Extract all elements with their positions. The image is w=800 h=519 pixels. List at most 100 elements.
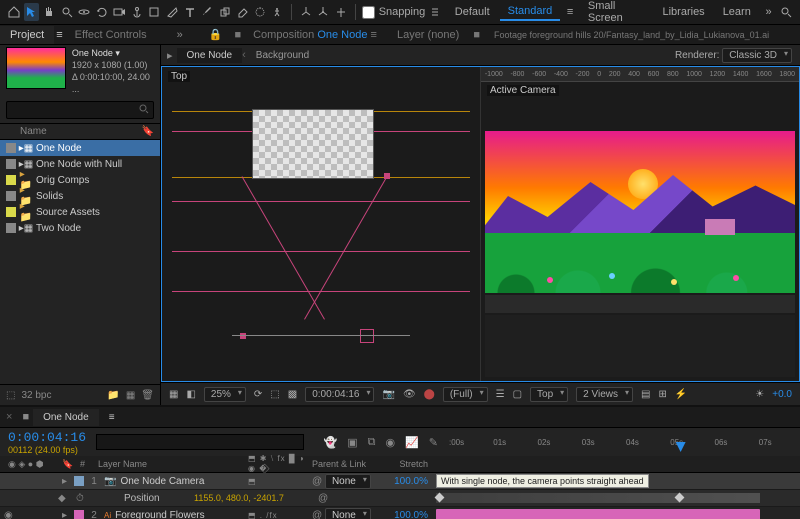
layer-name[interactable]: One Node Camera <box>120 476 244 487</box>
alpha-icon[interactable]: ◧ <box>186 389 195 400</box>
interpret-icon[interactable]: ⬚ <box>6 390 15 401</box>
shape-tool-icon[interactable] <box>147 3 163 21</box>
workspace-libraries[interactable]: Libraries <box>655 4 713 20</box>
roi-icon[interactable]: ⬚ <box>270 389 279 400</box>
workspace-default[interactable]: Default <box>447 4 498 20</box>
camera-tool-icon[interactable] <box>111 3 127 21</box>
draft3d-icon[interactable]: ▣ <box>347 436 357 449</box>
property-row[interactable]: ◆⏱Position1155.0, 480.0, -2401.7@ <box>0 490 800 507</box>
comp-tab-active[interactable]: One Node <box>177 48 243 63</box>
workspace-standard[interactable]: Standard <box>500 3 561 21</box>
project-item[interactable]: ▸📁Source Assets <box>0 204 160 220</box>
col-stretch[interactable]: Stretch <box>386 459 434 469</box>
timecode-display[interactable]: 0:00:04:16 <box>305 387 374 402</box>
timeline-search-input[interactable] <box>96 434 303 450</box>
col-switches[interactable]: ⬒ ✱ ⧵ fx █ ◑ ◉ �⃟ <box>248 454 308 474</box>
views-count-dropdown[interactable]: 2 Views <box>576 387 633 402</box>
workspace-learn[interactable]: Learn <box>715 4 759 20</box>
roto-tool-icon[interactable] <box>252 3 268 21</box>
zoom-tool-icon[interactable] <box>59 3 75 21</box>
channel-icon[interactable]: ⬤ <box>424 389 435 400</box>
show-snapshot-icon[interactable]: 👁 <box>403 389 416 400</box>
res-auto-icon[interactable]: ⟳ <box>254 389 262 400</box>
tab-layer[interactable]: Layer (none) <box>387 26 469 44</box>
clone-tool-icon[interactable] <box>217 3 233 21</box>
layer-row[interactable]: ◉▸2AiForeground Flowers⬒ . /fx@ None100.… <box>0 507 800 519</box>
new-folder-icon[interactable]: 📁 <box>107 390 119 401</box>
bpc-toggle[interactable]: 32 bpc <box>21 390 51 401</box>
workspace-menu-icon[interactable]: ≡ <box>562 3 578 21</box>
snap-options-icon[interactable] <box>427 3 443 21</box>
renderer-dropdown[interactable]: Classic 3D <box>722 48 792 63</box>
resolution-dropdown[interactable]: (Full) <box>443 387 488 402</box>
axis-local-icon[interactable] <box>298 3 314 21</box>
orbit-tool-icon[interactable] <box>76 3 92 21</box>
parent-dropdown[interactable]: None <box>325 508 371 519</box>
fast-preview-icon[interactable]: ⚡ <box>675 389 687 400</box>
col-tag-icon[interactable]: 🔖 <box>142 126 154 137</box>
workspace-smallscreen[interactable]: Small Screen <box>580 0 653 26</box>
project-search-input[interactable] <box>6 101 154 119</box>
layer-row[interactable]: ▸1📷One Node Camera⬒@ None100.0%With sing… <box>0 473 800 490</box>
trash-icon[interactable]: 🗑 <box>141 390 154 401</box>
moblur-icon[interactable]: ◉ <box>385 436 395 449</box>
search-help-icon[interactable] <box>778 3 794 21</box>
hand-tool-icon[interactable] <box>41 3 57 21</box>
axis-world-icon[interactable] <box>316 3 332 21</box>
exposure-icon[interactable]: ☀ <box>755 389 764 400</box>
home-icon[interactable] <box>6 3 22 21</box>
selection-tool-icon[interactable] <box>24 3 40 21</box>
camera-node[interactable] <box>360 329 374 343</box>
rotate-tool-icon[interactable] <box>94 3 110 21</box>
parent-dropdown[interactable]: None <box>325 474 371 489</box>
layer-name[interactable]: Foreground Flowers <box>115 510 244 519</box>
tab-footage[interactable]: Footage foreground hills 20/Fantasy_land… <box>484 27 800 43</box>
brainstorm-icon[interactable]: ✎ <box>429 436 438 449</box>
comp-tab-background[interactable]: Background <box>246 48 319 63</box>
comp-lock-icon[interactable]: 🔒 <box>199 25 233 44</box>
pen-tool-icon[interactable] <box>164 3 180 21</box>
shy-icon[interactable]: 👻 <box>324 436 338 449</box>
mask-icon[interactable]: ▢ <box>513 389 522 400</box>
property-value[interactable]: 1155.0, 480.0, -2401.7 <box>194 493 314 503</box>
snapping-toggle[interactable]: Snapping <box>362 6 426 19</box>
view-opts-icon[interactable]: ▤ <box>641 389 650 400</box>
timeline-comp-tab[interactable]: One Node <box>33 409 99 426</box>
stretch-value[interactable]: 100.0% <box>386 510 434 519</box>
puppet-tool-icon[interactable] <box>270 3 286 21</box>
viewport-active-camera[interactable]: -1000-800-600-400-2000200400600800100012… <box>481 67 799 381</box>
tab-project[interactable]: Project <box>0 26 54 44</box>
current-timecode[interactable]: 0:00:04:16 <box>8 430 86 445</box>
graph-icon[interactable]: 📈 <box>405 436 419 449</box>
label-color-swatch[interactable] <box>74 476 84 486</box>
type-tool-icon[interactable] <box>182 3 198 21</box>
frameblend-icon[interactable]: ⧉ <box>368 436 376 449</box>
guides-icon[interactable]: ☰ <box>496 389 505 400</box>
composition-thumbnail[interactable] <box>6 47 66 89</box>
workspace-overflow-icon[interactable]: » <box>761 3 777 21</box>
comp-bounds-rect[interactable] <box>252 109 374 179</box>
project-item[interactable]: ▸▦Two Node <box>0 220 160 236</box>
col-layer-name[interactable]: Layer Name <box>98 459 244 469</box>
label-color-swatch[interactable] <box>74 510 84 519</box>
view-dropdown[interactable]: Top <box>530 387 568 402</box>
pixel-aspect-icon[interactable]: ⊞ <box>658 389 666 400</box>
zoom-dropdown[interactable]: 25% <box>204 387 246 402</box>
col-name[interactable]: Name <box>20 126 142 137</box>
viewport-top[interactable]: Top <box>162 67 481 381</box>
anchor-tool-icon[interactable] <box>129 3 145 21</box>
visibility-icon[interactable]: ◉ <box>4 510 13 519</box>
brush-tool-icon[interactable] <box>199 3 215 21</box>
layer-switches[interactable]: ⬒ <box>248 477 308 486</box>
snapshot-icon[interactable]: 📷 <box>382 389 394 400</box>
project-item[interactable]: ▸▦One Node <box>0 140 160 156</box>
col-parent[interactable]: Parent & Link <box>312 459 382 469</box>
layer-switches[interactable]: ⬒ . /fx <box>248 511 308 519</box>
new-comp-icon[interactable]: ▦ <box>126 390 135 401</box>
tab-effect-controls[interactable]: Effect Controls <box>65 26 157 44</box>
axis-view-icon[interactable] <box>333 3 349 21</box>
exposure-value[interactable]: +0.0 <box>772 389 792 400</box>
transparency-icon[interactable]: ▩ <box>288 389 297 400</box>
snapping-checkbox[interactable] <box>362 6 375 19</box>
stretch-value[interactable]: 100.0% <box>386 476 434 487</box>
